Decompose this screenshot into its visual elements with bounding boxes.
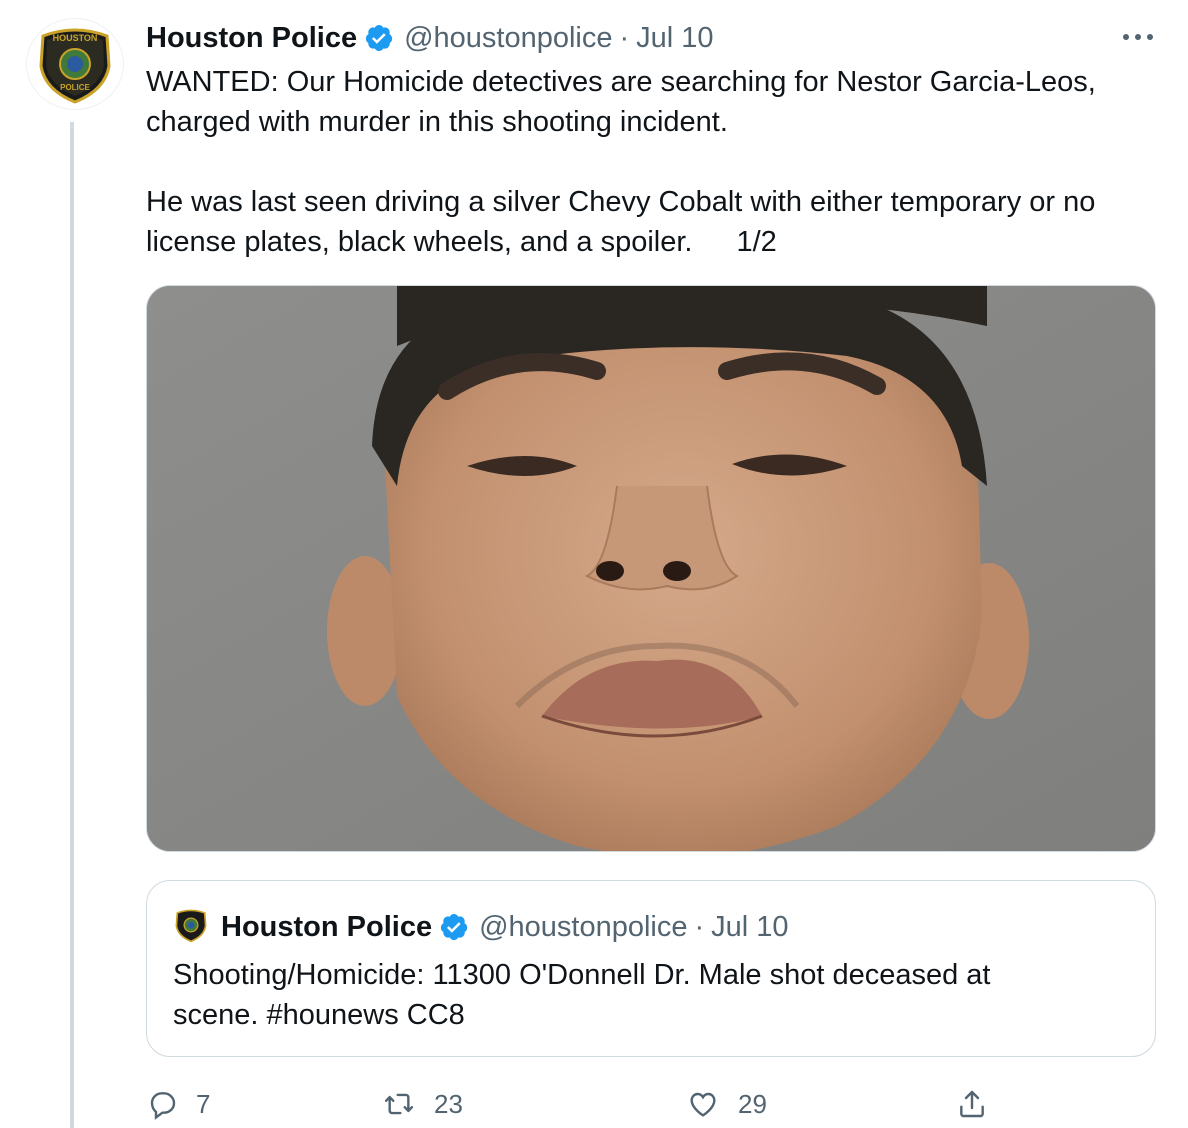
tweet-text-line: WANTED: Our Homicide detectives are sear…: [146, 66, 1096, 98]
tweet-text: WANTED: Our Homicide detectives are sear…: [146, 62, 1166, 262]
quoted-tweet-header: Houston Police @houstonpolice · Jul 10: [221, 907, 789, 947]
quoted-author-name: Houston Police: [221, 910, 433, 943]
svg-text:HOUSTON: HOUSTON: [53, 33, 98, 43]
more-button[interactable]: [1118, 22, 1158, 52]
verified-badge-icon: [364, 23, 394, 53]
tweet-photo[interactable]: [146, 285, 1156, 852]
author-avatar[interactable]: HOUSTON POLICE: [26, 18, 124, 110]
quoted-tweet-date: Jul 10: [711, 910, 789, 943]
tweet-text-line-group: license plates, black wheels, and a spoi…: [146, 222, 1166, 262]
houston-police-badge-logo: [175, 909, 207, 943]
share-button[interactable]: [956, 1082, 988, 1126]
like-icon: [690, 1092, 716, 1117]
author-handle[interactable]: @houstonpolice: [404, 22, 612, 55]
tweet-action-bar: 7 23 29: [146, 1082, 1156, 1126]
reply-icon: [150, 1092, 176, 1120]
verified-badge-icon: [439, 912, 469, 942]
svg-text:POLICE: POLICE: [60, 83, 90, 92]
quoted-text-line: scene. #hounews CC8: [173, 999, 465, 1031]
houston-police-badge-logo: HOUSTON POLICE: [39, 28, 111, 104]
retweet-icon: [384, 1093, 414, 1115]
tweet-text-line: He was last seen driving a silver Chevy …: [146, 186, 1096, 218]
quoted-author-handle: @houstonpolice: [479, 910, 688, 943]
tweet-date[interactable]: Jul 10: [636, 22, 713, 55]
quoted-tweet[interactable]: Houston Police @houstonpolice · Jul 10 S…: [146, 880, 1156, 1057]
thread-line: [70, 122, 74, 1128]
quoted-text-line: Shooting/Homicide: 11300 O'Donnell Dr. M…: [173, 959, 991, 991]
tweet-text-line: license plates, black wheels, and a spoi…: [146, 226, 693, 258]
separator: ·: [619, 21, 630, 54]
share-icon: [960, 1090, 984, 1118]
like-button[interactable]: 29: [686, 1082, 767, 1126]
quoted-author-avatar: [171, 905, 211, 945]
like-count: 29: [738, 1088, 767, 1119]
tweet-text-line: charged with murder in this shooting inc…: [146, 106, 728, 138]
reply-count: 7: [196, 1088, 211, 1119]
more-icon: [1123, 34, 1153, 40]
author-name[interactable]: Houston Police: [146, 22, 357, 55]
separator: ·: [694, 910, 705, 943]
thread-count: 1/2: [736, 226, 777, 258]
tweet-header: Houston Police @houstonpolice · Jul 10: [146, 18, 714, 58]
mugshot-image: [147, 286, 1155, 851]
reply-button[interactable]: 7: [146, 1082, 210, 1126]
retweet-button[interactable]: 23: [382, 1082, 463, 1126]
retweet-count: 23: [434, 1088, 463, 1119]
quoted-tweet-text: Shooting/Homicide: 11300 O'Donnell Dr. M…: [173, 955, 1133, 1035]
